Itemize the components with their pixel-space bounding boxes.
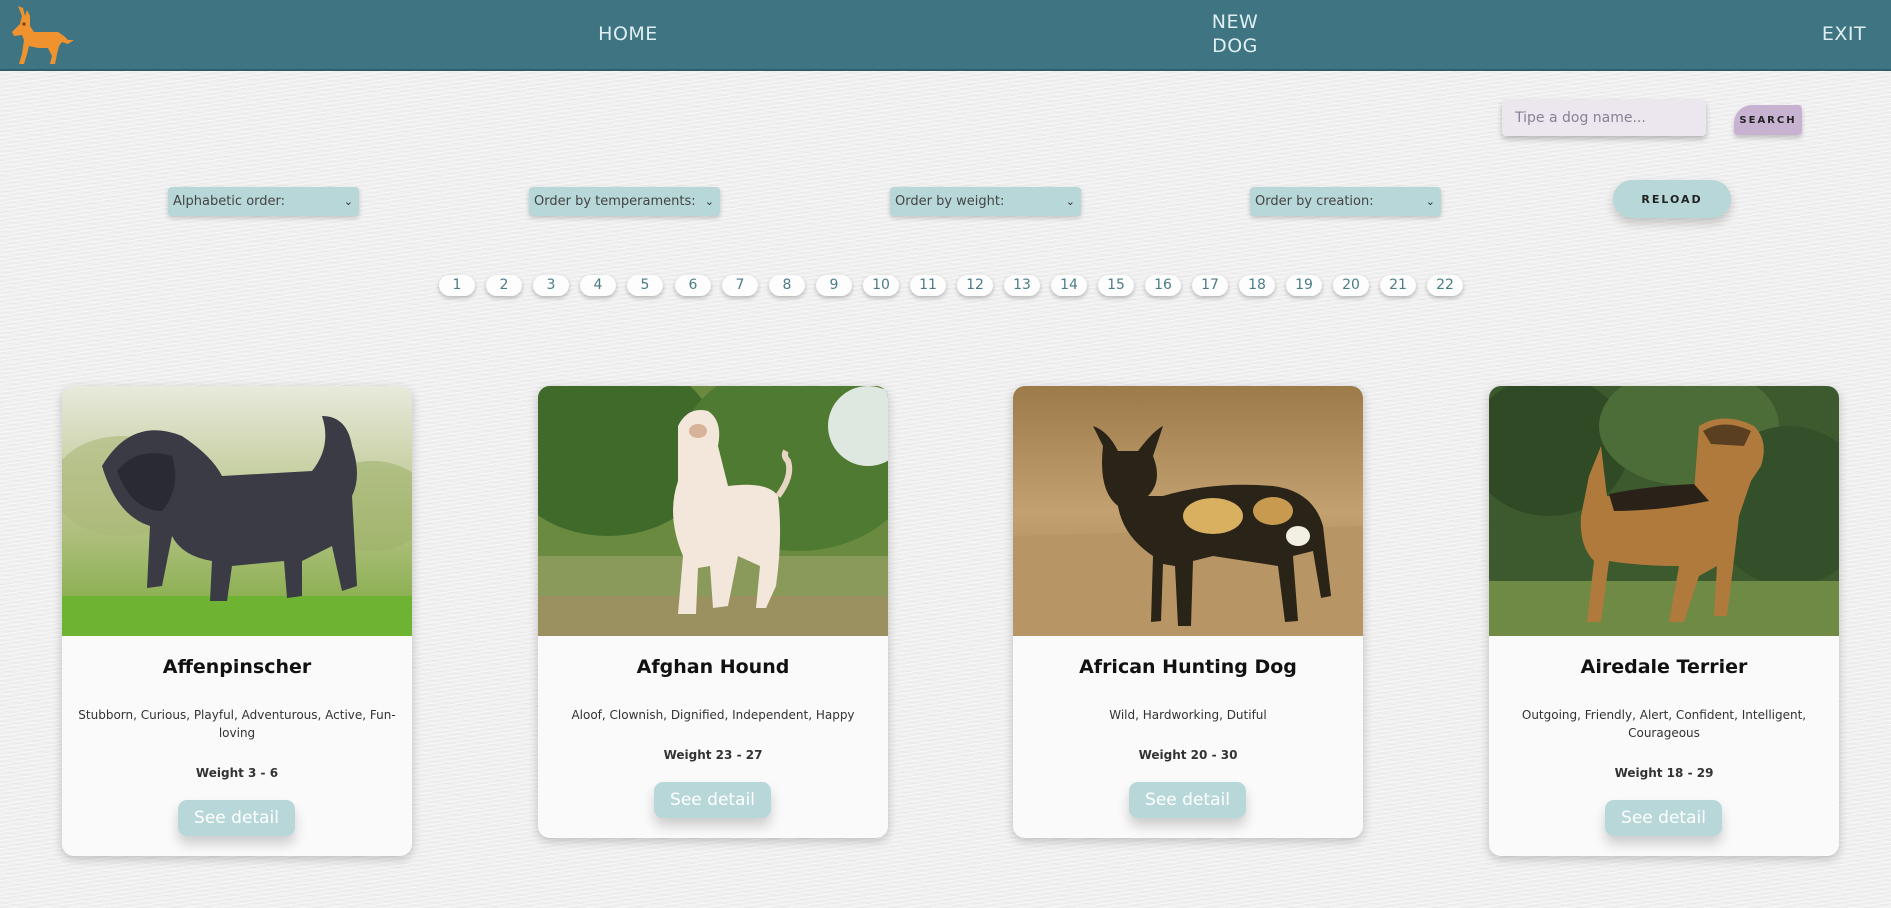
page-button[interactable]: 1 (439, 275, 475, 296)
affenpinscher-photo (62, 386, 412, 636)
alphabetic-order-select[interactable]: Alphabetic order: ⌄ (168, 187, 359, 216)
page-button[interactable]: 22 (1427, 275, 1463, 296)
page-button[interactable]: 16 (1145, 275, 1181, 296)
chevron-down-icon: ⌄ (343, 195, 353, 208)
dog-card: African Hunting Dog Wild, Hardworking, D… (1013, 386, 1363, 838)
nav-new-dog-line2: DOG (1212, 35, 1258, 57)
nav-exit-link[interactable]: EXIT (1800, 22, 1888, 46)
dog-card: Affenpinscher Stubborn, Curious, Playful… (62, 386, 412, 856)
dog-temperament: Stubborn, Curious, Playful, Adventurous,… (78, 708, 396, 740)
dog-temperament: Outgoing, Friendly, Alert, Confident, In… (1521, 708, 1807, 740)
chevron-down-icon: ⌄ (704, 195, 714, 208)
reload-button[interactable]: RELOAD (1613, 180, 1731, 218)
dog-weight: Weight 18 - 29 (1614, 766, 1714, 780)
page-button[interactable]: 4 (580, 275, 616, 296)
page-button[interactable]: 12 (957, 275, 993, 296)
search-button[interactable]: SEARCH (1734, 105, 1802, 135)
weight-order-label: Order by weight: (895, 194, 1005, 209)
page-button[interactable]: 15 (1098, 275, 1134, 296)
dog-temperament: Wild, Hardworking, Dutiful (1109, 708, 1267, 722)
page-button[interactable]: 18 (1239, 275, 1275, 296)
african-hunting-dog-photo (1013, 386, 1363, 636)
dog-name: African Hunting Dog (1079, 656, 1297, 678)
nav-home-link[interactable]: HOME (576, 22, 680, 46)
dog-temperament: Aloof, Clownish, Dignified, Independent,… (571, 708, 855, 722)
weight-order-select[interactable]: Order by weight: ⌄ (890, 187, 1081, 216)
page-button[interactable]: 9 (816, 275, 852, 296)
dog-weight: Weight 3 - 6 (195, 766, 279, 780)
afghan-hound-photo (538, 386, 888, 636)
see-detail-button[interactable]: See detail (178, 800, 295, 836)
see-detail-button[interactable]: See detail (1129, 782, 1246, 818)
temperaments-order-select[interactable]: Order by temperaments: ⌄ (529, 187, 720, 216)
page-button[interactable]: 11 (910, 275, 946, 296)
page-button[interactable]: 19 (1286, 275, 1322, 296)
temperaments-order-label: Order by temperaments: (534, 194, 696, 209)
alphabetic-order-label: Alphabetic order: (173, 194, 286, 209)
page-button[interactable]: 3 (533, 275, 569, 296)
see-detail-button[interactable]: See detail (654, 782, 771, 818)
creation-order-select[interactable]: Order by creation: ⌄ (1250, 187, 1441, 216)
top-navbar: HOME NEW DOG EXIT (0, 0, 1891, 71)
dog-card: Airedale Terrier Outgoing, Friendly, Ale… (1489, 386, 1839, 856)
dog-logo-icon[interactable] (10, 2, 76, 68)
see-detail-button[interactable]: See detail (1605, 800, 1722, 836)
airedale-terrier-photo (1489, 386, 1839, 636)
dog-card: Afghan Hound Aloof, Clownish, Dignified,… (538, 386, 888, 838)
page-button[interactable]: 2 (486, 275, 522, 296)
nav-new-dog-link[interactable]: NEW DOG (1188, 10, 1282, 58)
dog-weight: Weight 23 - 27 (663, 748, 763, 762)
chevron-down-icon: ⌄ (1425, 195, 1435, 208)
page-button[interactable]: 21 (1380, 275, 1416, 296)
page-button[interactable]: 7 (722, 275, 758, 296)
page-button[interactable]: 10 (863, 275, 899, 296)
dog-name: Airedale Terrier (1580, 656, 1748, 678)
page-button[interactable]: 13 (1004, 275, 1040, 296)
dog-name: Afghan Hound (636, 656, 790, 678)
page-button[interactable]: 20 (1333, 275, 1369, 296)
chevron-down-icon: ⌄ (1065, 195, 1075, 208)
dog-name: Affenpinscher (162, 656, 312, 678)
page-button[interactable]: 6 (675, 275, 711, 296)
page-button[interactable]: 5 (627, 275, 663, 296)
creation-order-label: Order by creation: (1255, 194, 1374, 209)
nav-new-dog-line1: NEW (1211, 11, 1259, 33)
dog-weight: Weight 20 - 30 (1138, 748, 1238, 762)
search-input[interactable] (1502, 100, 1706, 136)
page-button[interactable]: 14 (1051, 275, 1087, 296)
page-button[interactable]: 8 (769, 275, 805, 296)
page-button[interactable]: 17 (1192, 275, 1228, 296)
